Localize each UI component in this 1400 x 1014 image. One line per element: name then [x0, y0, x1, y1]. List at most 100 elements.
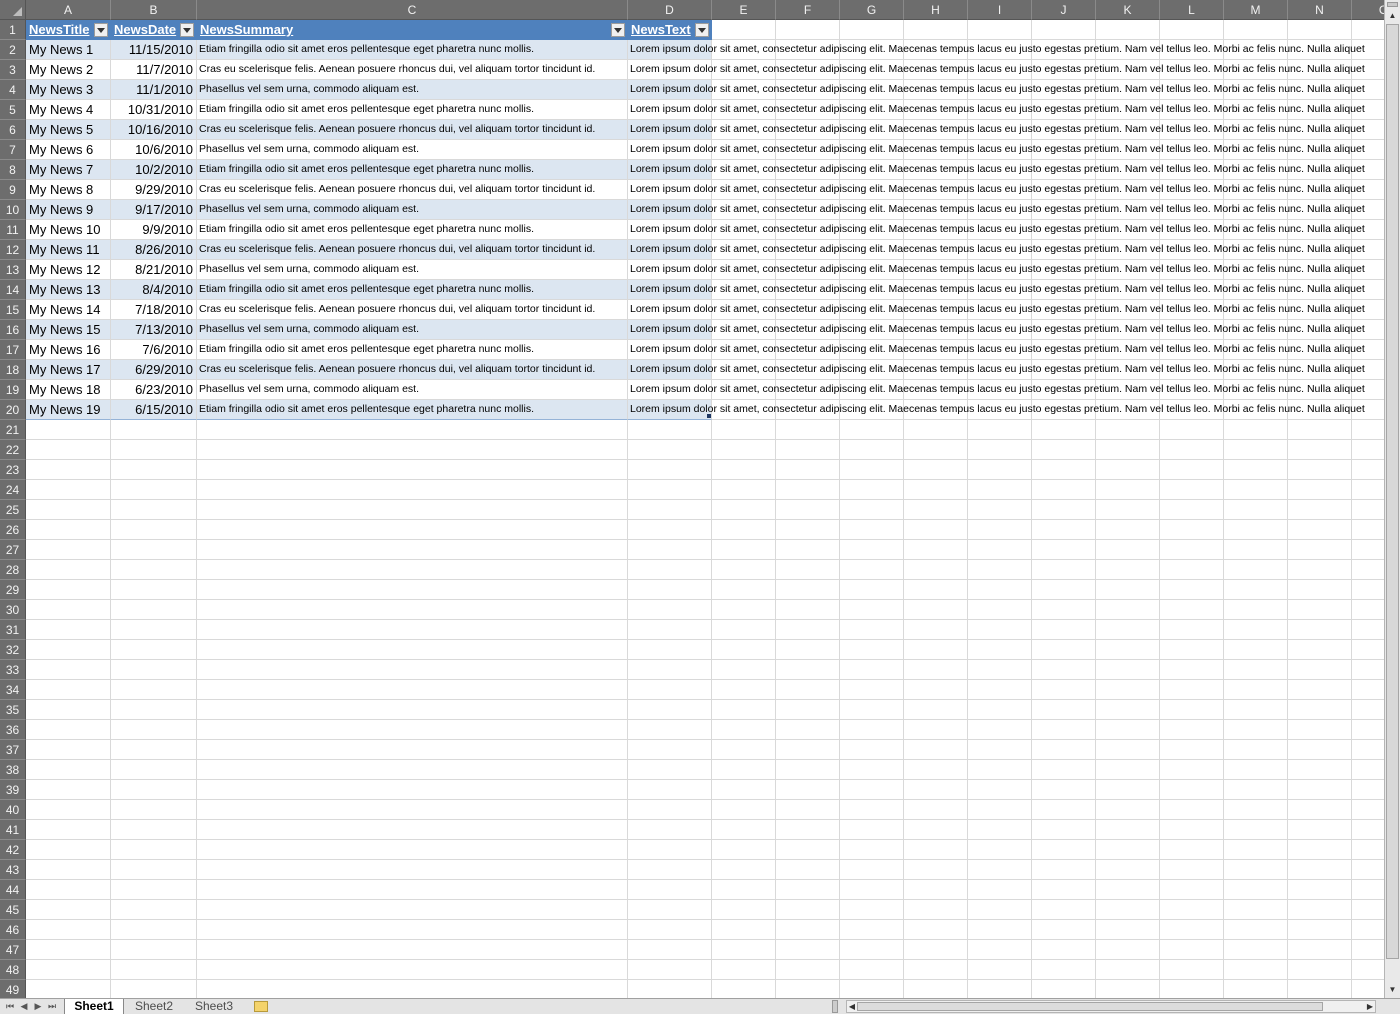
grid-cell[interactable]	[111, 460, 197, 480]
grid-cell[interactable]	[1096, 700, 1160, 720]
sheet-tab-sheet2[interactable]: Sheet2	[126, 999, 182, 1014]
grid-cell[interactable]	[776, 780, 840, 800]
grid-cell[interactable]	[1288, 480, 1352, 500]
grid-cell[interactable]	[1032, 920, 1096, 940]
grid-cell[interactable]	[968, 880, 1032, 900]
grid-cell[interactable]	[968, 540, 1032, 560]
grid-cell[interactable]	[712, 420, 776, 440]
grid-cell[interactable]	[1160, 900, 1224, 920]
grid-cell[interactable]	[776, 740, 840, 760]
grid-cell[interactable]	[26, 660, 111, 680]
grid-cell[interactable]	[1224, 800, 1288, 820]
vertical-split-handle[interactable]	[1387, 2, 1398, 7]
table-row-summary-cell[interactable]: Cras eu scelerisque felis. Aenean posuer…	[197, 300, 628, 320]
next-sheet-icon[interactable]: ▶	[32, 1000, 44, 1012]
grid-cell[interactable]	[1288, 600, 1352, 620]
row-header[interactable]: 23	[0, 460, 26, 480]
grid-cell[interactable]	[1096, 620, 1160, 640]
table-row-summary-cell[interactable]: Cras eu scelerisque felis. Aenean posuer…	[197, 240, 628, 260]
grid-cell[interactable]	[904, 520, 968, 540]
row-header[interactable]: 32	[0, 640, 26, 660]
grid-cell[interactable]	[26, 820, 111, 840]
grid-cell[interactable]	[628, 820, 712, 840]
grid-cell[interactable]	[776, 980, 840, 998]
grid-cell[interactable]	[1352, 620, 1384, 640]
table-row-title-cell[interactable]: My News 8	[26, 180, 111, 200]
grid-cell[interactable]	[1288, 640, 1352, 660]
grid-cell[interactable]	[111, 820, 197, 840]
grid-cell[interactable]	[712, 680, 776, 700]
grid-cell[interactable]	[1224, 420, 1288, 440]
grid-cell[interactable]	[776, 880, 840, 900]
grid-cell[interactable]	[111, 740, 197, 760]
grid-cell[interactable]	[1224, 500, 1288, 520]
grid-cell[interactable]	[712, 860, 776, 880]
table-row-summary-cell[interactable]: Etiam fringilla odio sit amet eros pelle…	[197, 40, 628, 60]
grid-cell[interactable]	[904, 920, 968, 940]
grid-cell[interactable]	[1352, 820, 1384, 840]
grid-cell[interactable]	[1032, 640, 1096, 660]
grid-cell[interactable]	[197, 440, 628, 460]
select-all-corner[interactable]	[0, 0, 26, 20]
row-header[interactable]: 26	[0, 520, 26, 540]
grid-cell[interactable]	[1288, 500, 1352, 520]
grid-cell[interactable]	[26, 720, 111, 740]
grid-cell[interactable]	[26, 760, 111, 780]
horizontal-scrollbar[interactable]: ◀ ▶	[846, 1000, 1376, 1013]
grid-cell[interactable]	[1224, 600, 1288, 620]
grid-cell[interactable]	[712, 920, 776, 940]
grid-cell[interactable]	[1352, 740, 1384, 760]
grid-cell[interactable]	[1288, 860, 1352, 880]
table-row-summary-cell[interactable]: Cras eu scelerisque felis. Aenean posuer…	[197, 60, 628, 80]
grid-cell[interactable]	[968, 920, 1032, 940]
grid-cell[interactable]	[111, 620, 197, 640]
grid-cell[interactable]	[904, 960, 968, 980]
grid-cell[interactable]	[1224, 960, 1288, 980]
grid-cell[interactable]	[1224, 540, 1288, 560]
column-header-h[interactable]: H	[904, 0, 968, 20]
grid-cell[interactable]	[1032, 840, 1096, 860]
grid-cell[interactable]	[111, 500, 197, 520]
row-header[interactable]: 19	[0, 380, 26, 400]
grid-cell[interactable]	[1032, 960, 1096, 980]
grid-cell[interactable]	[111, 580, 197, 600]
grid-cell[interactable]	[1160, 980, 1224, 998]
vertical-scrollbar[interactable]: ▲ ▼	[1384, 0, 1400, 998]
grid-cell[interactable]	[628, 860, 712, 880]
table-row-date-cell[interactable]: 6/15/2010	[111, 400, 197, 420]
grid-cell[interactable]	[1096, 560, 1160, 580]
grid-cell[interactable]	[1160, 680, 1224, 700]
grid-cell[interactable]	[1352, 860, 1384, 880]
grid-cell[interactable]	[26, 900, 111, 920]
column-header-m[interactable]: M	[1224, 0, 1288, 20]
grid-cell[interactable]	[26, 880, 111, 900]
grid-cell[interactable]	[111, 860, 197, 880]
grid-cell[interactable]	[712, 660, 776, 680]
table-row-title-cell[interactable]: My News 14	[26, 300, 111, 320]
table-row-summary-cell[interactable]: Cras eu scelerisque felis. Aenean posuer…	[197, 360, 628, 380]
grid-cell[interactable]	[628, 980, 712, 998]
grid-cell[interactable]	[26, 740, 111, 760]
grid-cell[interactable]	[968, 800, 1032, 820]
grid-cell[interactable]	[712, 760, 776, 780]
grid-cell[interactable]	[712, 940, 776, 960]
table-row-date-cell[interactable]: 9/29/2010	[111, 180, 197, 200]
grid-cell[interactable]	[628, 780, 712, 800]
grid-cell[interactable]	[776, 600, 840, 620]
grid-cell[interactable]	[1288, 620, 1352, 640]
grid-cell[interactable]	[776, 800, 840, 820]
grid-cell[interactable]	[968, 480, 1032, 500]
grid-cell[interactable]	[904, 500, 968, 520]
grid-cell[interactable]	[1096, 960, 1160, 980]
row-header[interactable]: 15	[0, 300, 26, 320]
grid-cell[interactable]	[1096, 720, 1160, 740]
table-row-summary-cell[interactable]: Phasellus vel sem urna, commodo aliquam …	[197, 320, 628, 340]
grid-cell[interactable]	[26, 520, 111, 540]
grid-cell[interactable]	[712, 500, 776, 520]
row-header[interactable]: 25	[0, 500, 26, 520]
grid-cell[interactable]	[712, 980, 776, 998]
grid-cell[interactable]	[111, 880, 197, 900]
table-row-summary-cell[interactable]: Cras eu scelerisque felis. Aenean posuer…	[197, 120, 628, 140]
grid-cell[interactable]	[968, 680, 1032, 700]
grid-cell[interactable]	[1096, 640, 1160, 660]
